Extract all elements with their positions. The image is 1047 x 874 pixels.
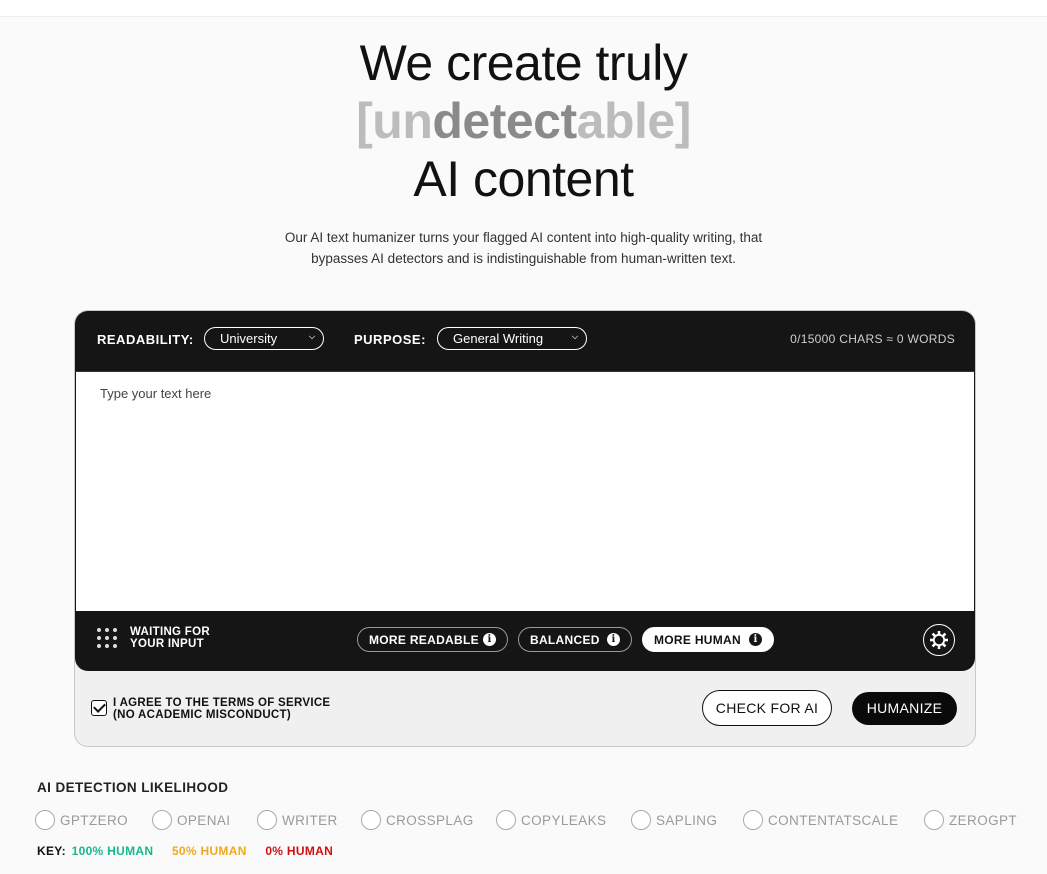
status-line-2: YOUR INPUT	[130, 638, 204, 650]
humanize-button[interactable]: HUMANIZE	[852, 692, 957, 725]
hero-heading: We create truly [undetectable] AI conten…	[0, 34, 1047, 208]
hero-line-accent: [undetectable]	[0, 92, 1047, 150]
mode-label: BALANCED	[530, 633, 600, 647]
accent-bracket-open: [	[356, 93, 373, 149]
status-text: WAITING FOR YOUR INPUT	[130, 626, 210, 650]
detector-label: ZEROGPT	[949, 813, 1018, 828]
char-word-counter: 0/15000 CHARS ≈ 0 WORDS	[790, 332, 955, 346]
mode-more-human-button[interactable]: MORE HUMAN i	[642, 627, 774, 652]
chevron-down-icon	[308, 332, 316, 340]
info-icon[interactable]: i	[483, 633, 496, 646]
mode-label: MORE HUMAN	[654, 633, 741, 647]
check-for-ai-button[interactable]: CHECK FOR AI	[702, 690, 832, 726]
accent-part-3: able	[576, 93, 676, 149]
editor-footer: I AGREE TO THE TERMS OF SERVICE (NO ACAD…	[75, 671, 975, 746]
text-input-frame	[75, 372, 975, 612]
radio-circle-icon	[257, 810, 277, 830]
accent-part-2: detect	[432, 93, 577, 149]
subtitle-line-1: Our AI text humanizer turns your flagged…	[284, 230, 763, 245]
mode-bar: WAITING FOR YOUR INPUT MORE READABLE i B…	[75, 611, 975, 671]
purpose-select[interactable]: General Writing	[437, 327, 587, 350]
detector-label: COPYLEAKS	[521, 813, 607, 828]
detector-label: SAPLING	[656, 813, 718, 828]
detector-label: CONTENTATSCALE	[768, 813, 899, 828]
readability-value: University	[220, 331, 278, 346]
hero-subtitle: Our AI text humanizer turns your flagged…	[0, 227, 1047, 269]
mode-balanced-button[interactable]: BALANCED i	[518, 627, 632, 652]
radio-circle-icon	[924, 810, 944, 830]
top-nav-bar	[0, 0, 1047, 17]
terms-label: I AGREE TO THE TERMS OF SERVICE (NO ACAD…	[113, 697, 330, 721]
info-icon[interactable]: i	[607, 633, 620, 646]
accent-part-1: un	[372, 93, 433, 149]
radio-circle-icon	[361, 810, 381, 830]
key-50-human: 50% HUMAN	[171, 844, 247, 858]
radio-circle-icon	[743, 810, 763, 830]
hero-line-1: We create truly	[359, 35, 688, 91]
terms-line-1: I AGREE TO THE TERMS OF SERVICE	[113, 697, 331, 709]
key-0-human: 0% HUMAN	[265, 844, 334, 858]
editor-toolbar: READABILITY: University PURPOSE: General…	[75, 311, 975, 372]
dots-grid-icon	[97, 628, 117, 648]
radio-circle-icon	[35, 810, 55, 830]
detector-label: OPENAI	[177, 813, 231, 828]
gear-icon	[930, 631, 948, 649]
purpose-label: PURPOSE:	[354, 332, 426, 347]
info-icon[interactable]: i	[749, 633, 762, 646]
humanizer-editor: READABILITY: University PURPOSE: General…	[74, 310, 976, 747]
detector-label: CROSSPLAG	[386, 813, 474, 828]
terms-checkbox[interactable]	[91, 700, 107, 716]
status-line-1: WAITING FOR	[130, 626, 210, 638]
hero-line-3: AI content	[413, 151, 634, 207]
readability-select[interactable]: University	[204, 327, 324, 350]
detector-label: WRITER	[282, 813, 338, 828]
key-label: KEY:	[37, 844, 66, 858]
radio-circle-icon	[496, 810, 516, 830]
detection-title: AI DETECTION LIKELIHOOD	[37, 780, 229, 795]
radio-circle-icon	[631, 810, 651, 830]
text-input[interactable]	[76, 372, 974, 612]
readability-label: READABILITY:	[97, 332, 194, 347]
accent-bracket-close: ]	[674, 93, 692, 149]
radio-circle-icon	[152, 810, 172, 830]
chevron-down-icon	[571, 332, 579, 340]
settings-gear-button[interactable]	[923, 624, 955, 656]
subtitle-line-2: bypasses AI detectors and is indistingui…	[311, 251, 736, 266]
mode-more-readable-button[interactable]: MORE READABLE i	[357, 627, 508, 652]
purpose-value: General Writing	[453, 331, 544, 346]
key-100-human: 100% HUMAN	[71, 844, 154, 858]
terms-line-2: (NO ACADEMIC MISCONDUCT)	[113, 709, 291, 721]
mode-label: MORE READABLE	[369, 633, 479, 647]
detector-label: GPTZERO	[60, 813, 129, 828]
detection-key: KEY: 100% HUMAN 50% HUMAN 0% HUMAN	[37, 844, 348, 858]
